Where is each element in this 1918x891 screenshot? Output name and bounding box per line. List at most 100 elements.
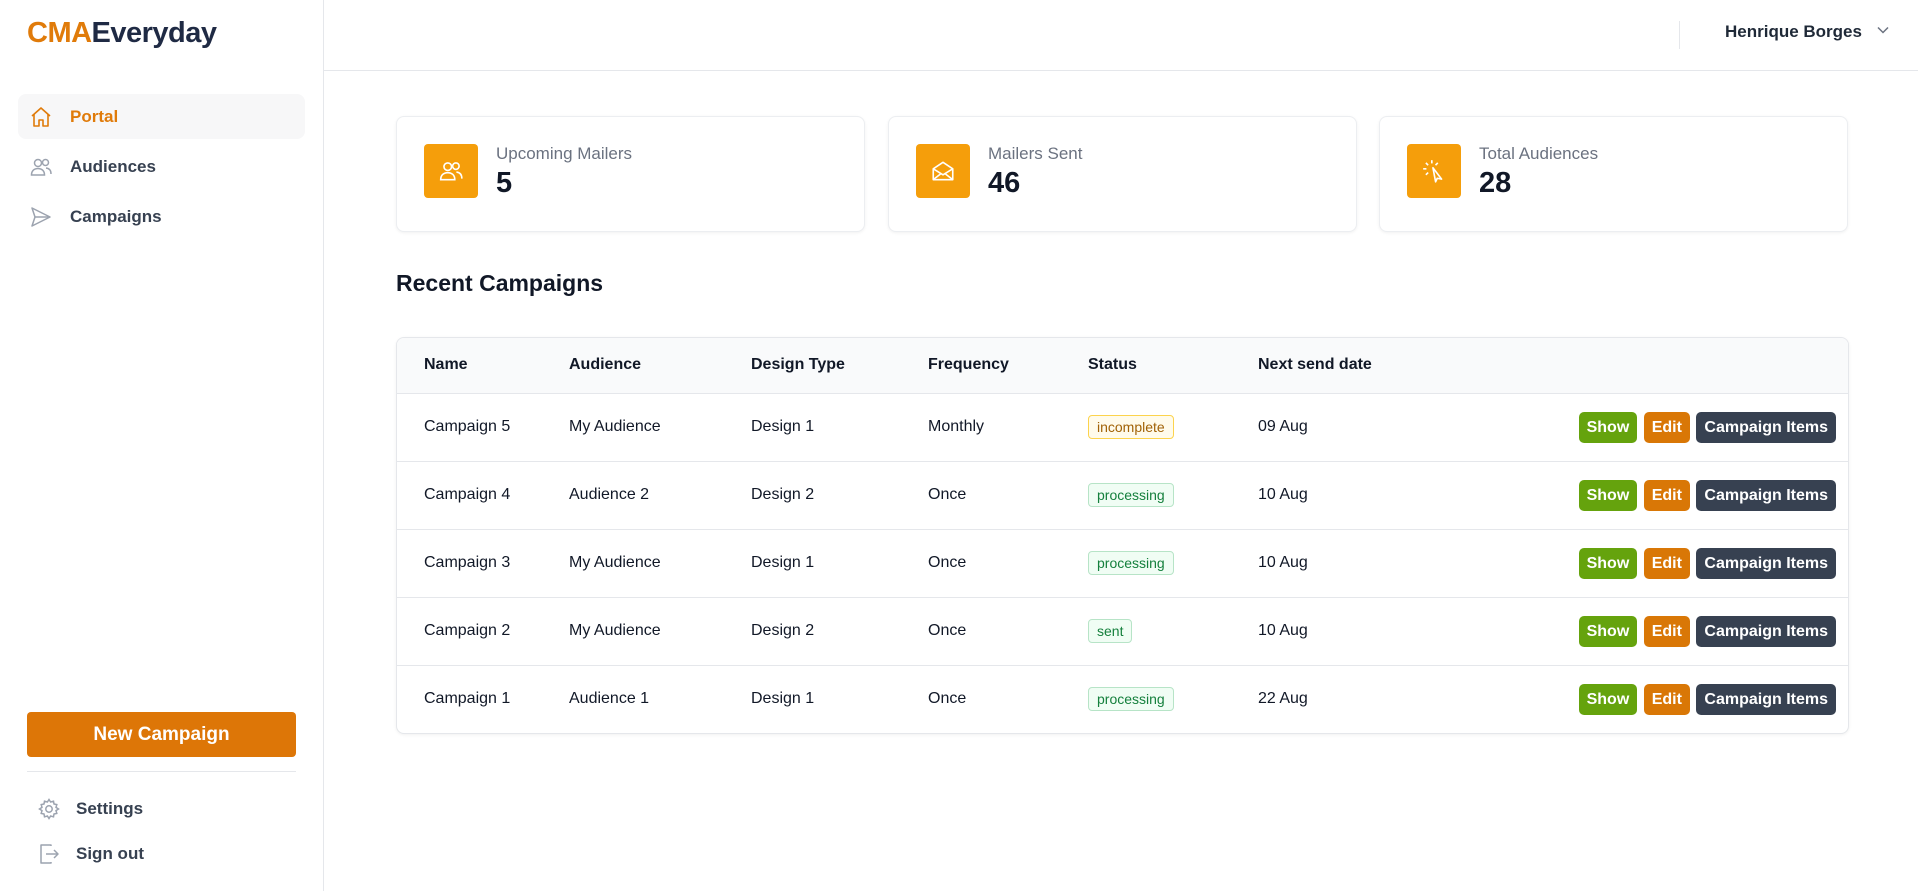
brand-logo[interactable]: CMAEveryday: [27, 17, 217, 50]
status-badge: processing: [1088, 483, 1174, 507]
column-header-design-type: Design Type: [751, 338, 928, 394]
section-title-recent-campaigns: Recent Campaigns: [396, 270, 604, 296]
user-menu[interactable]: Henrique Borges: [1725, 22, 1890, 42]
cell-name: Campaign 1: [397, 664, 569, 733]
status-badge: processing: [1088, 551, 1174, 575]
column-header-actions: [1478, 338, 1848, 394]
sidebar-item-audiences[interactable]: Audiences: [18, 144, 305, 189]
envelope-open-icon: [916, 144, 970, 198]
sidebar-bottom-nav: Settings Sign out: [36, 786, 296, 876]
cursor-click-icon: [1407, 144, 1461, 198]
cell-actions: Show Edit Campaign Items: [1478, 596, 1848, 665]
cell-audience: Audience 2: [569, 460, 751, 529]
sidebar-item-label: Campaigns: [70, 206, 162, 226]
campaign-items-button[interactable]: Campaign Items: [1696, 683, 1836, 715]
table-row: Campaign 2 My Audience Design 2 Once sen…: [397, 596, 1848, 665]
edit-button[interactable]: Edit: [1643, 411, 1690, 443]
paper-plane-icon: [28, 204, 54, 230]
table-header-row: Name Audience Design Type Frequency Stat…: [397, 338, 1848, 394]
stat-value: 28: [1479, 167, 1512, 199]
show-button[interactable]: Show: [1578, 411, 1638, 443]
brand-logo-part2: Everyday: [91, 17, 218, 49]
stat-card-mailers-sent: Mailers Sent 46: [888, 116, 1357, 232]
sidebar-item-sign-out[interactable]: Sign out: [36, 831, 296, 876]
campaign-items-button[interactable]: Campaign Items: [1696, 615, 1836, 647]
edit-button[interactable]: Edit: [1643, 683, 1690, 715]
stat-value: 46: [988, 167, 1021, 199]
cell-design-type: Design 1: [751, 664, 928, 733]
brand-logo-part1: CMA: [27, 17, 92, 49]
stat-title: Upcoming Mailers: [496, 144, 633, 163]
cell-design-type: Design 2: [751, 460, 928, 529]
column-header-audience: Audience: [569, 338, 751, 394]
table-row: Campaign 1 Audience 1 Design 1 Once proc…: [397, 664, 1848, 733]
sidebar-divider: [27, 771, 296, 772]
home-icon: [28, 104, 54, 130]
cell-next-send-date: 22 Aug: [1258, 664, 1478, 733]
cell-audience: Audience 1: [569, 664, 751, 733]
cell-frequency: Monthly: [928, 418, 985, 435]
gear-icon: [36, 796, 62, 822]
stat-card-upcoming-mailers: Upcoming Mailers 5: [396, 116, 865, 232]
status-badge: sent: [1088, 619, 1133, 643]
cell-design-type: Design 2: [751, 596, 928, 665]
table-row: Campaign 5 My Audience Design 1 Monthly …: [397, 393, 1848, 461]
sidebar-nav: Portal Audiences Campaigns: [18, 94, 305, 244]
cell-frequency: Once: [928, 596, 1088, 665]
cell-status: sent: [1088, 596, 1258, 665]
top-bar-divider: [1679, 21, 1680, 49]
users-icon: [28, 154, 54, 180]
cell-actions: Show Edit Campaign Items: [1478, 393, 1848, 461]
cell-frequency: Once: [928, 528, 1088, 597]
sidebar-item-label: Portal: [70, 106, 119, 126]
edit-button[interactable]: Edit: [1643, 547, 1690, 579]
campaign-items-button[interactable]: Campaign Items: [1696, 411, 1836, 443]
cell-name: Campaign 5: [424, 418, 511, 435]
sidebar-item-campaigns[interactable]: Campaigns: [18, 194, 305, 239]
edit-button[interactable]: Edit: [1643, 615, 1690, 647]
cell-audience: My Audience: [569, 418, 661, 435]
cell-status: processing: [1088, 460, 1258, 529]
sidebar-item-label: Settings: [76, 798, 144, 818]
cell-design-type: Design 1: [751, 418, 815, 435]
cell-frequency: Once: [928, 460, 1088, 529]
show-button[interactable]: Show: [1578, 479, 1638, 511]
chevron-down-icon: [1876, 23, 1890, 42]
table-row: Campaign 3 My Audience Design 1 Once pro…: [397, 528, 1848, 597]
edit-button[interactable]: Edit: [1643, 479, 1690, 511]
table-row: Campaign 4 Audience 2 Design 2 Once proc…: [397, 460, 1848, 529]
cell-status: processing: [1088, 528, 1258, 597]
recent-campaigns-table: Name Audience Design Type Frequency Stat…: [396, 337, 1849, 734]
cell-next-send-date: 10 Aug: [1258, 528, 1478, 597]
cell-status: incomplete: [1088, 393, 1258, 461]
cell-name: Campaign 4: [397, 460, 569, 529]
campaign-items-button[interactable]: Campaign Items: [1696, 479, 1836, 511]
cell-audience: My Audience: [569, 596, 751, 665]
cell-design-type: Design 1: [751, 528, 928, 597]
cell-actions: Show Edit Campaign Items: [1478, 664, 1848, 733]
cell-name: Campaign 2: [397, 596, 569, 665]
user-name: Henrique Borges: [1725, 22, 1862, 41]
show-button[interactable]: Show: [1578, 683, 1638, 715]
show-button[interactable]: Show: [1578, 547, 1638, 579]
campaign-items-button[interactable]: Campaign Items: [1696, 547, 1836, 579]
cell-actions: Show Edit Campaign Items: [1478, 460, 1848, 529]
cell-next-send-date: 10 Aug: [1258, 596, 1478, 665]
status-badge: incomplete: [1088, 415, 1174, 439]
top-bar: Henrique Borges: [324, 0, 1918, 71]
new-campaign-button[interactable]: New Campaign: [27, 712, 296, 757]
cell-next-send-date: 09 Aug: [1258, 418, 1308, 435]
users-icon: [424, 144, 478, 198]
sign-out-icon: [36, 841, 62, 867]
cell-actions: Show Edit Campaign Items: [1478, 528, 1848, 597]
sidebar-item-settings[interactable]: Settings: [36, 786, 296, 831]
sidebar-item-label: Audiences: [70, 156, 156, 176]
stat-card-total-audiences: Total Audiences 28: [1379, 116, 1848, 232]
stat-title: Mailers Sent: [988, 144, 1083, 163]
cell-frequency: Once: [928, 664, 1088, 733]
show-button[interactable]: Show: [1578, 615, 1638, 647]
column-header-name: Name: [397, 338, 569, 394]
stat-title: Total Audiences: [1479, 144, 1599, 163]
sidebar-item-portal[interactable]: Portal: [18, 94, 305, 139]
column-header-next-send-date: Next send date: [1258, 338, 1478, 394]
